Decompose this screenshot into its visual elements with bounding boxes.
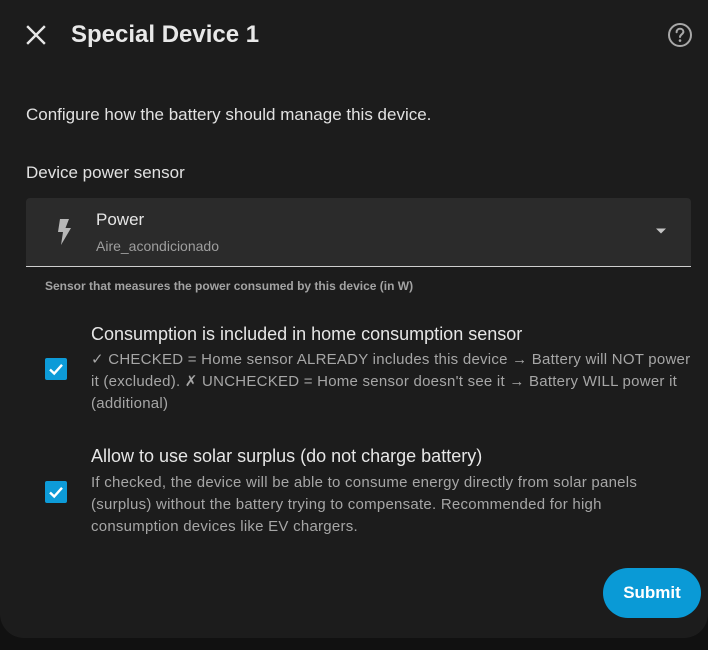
solar-surplus-checkbox[interactable] [45, 481, 67, 503]
dialog: Special Device 1 Configure how the batte… [0, 0, 708, 638]
solar-surplus-title: Allow to use solar surplus (do not charg… [91, 446, 483, 466]
close-button[interactable] [20, 19, 52, 51]
dialog-title: Special Device 1 [71, 21, 260, 48]
solar-surplus-description: If checked, the device will be able to c… [91, 474, 638, 535]
consumption-included-description: ✓ CHECKED = Home sensor ALREADY includes… [91, 351, 691, 412]
chevron-down-icon[interactable] [655, 227, 667, 235]
submit-button[interactable]: Submit [603, 568, 701, 618]
dialog-description: Configure how the battery should manage … [26, 105, 432, 124]
help-button[interactable] [666, 21, 694, 49]
sensor-select-entity: Aire_acondicionado [96, 238, 219, 254]
consumption-included-checkbox[interactable] [45, 358, 67, 380]
sensor-helper-text: Sensor that measures the power consumed … [45, 279, 414, 293]
sensor-select[interactable]: Power Aire_acondicionado [26, 198, 691, 267]
lightning-bolt-icon [58, 219, 71, 245]
close-icon [26, 25, 46, 45]
help-circle-icon [668, 23, 692, 47]
consumption-included-title: Consumption is included in home consumpt… [91, 324, 523, 344]
check-icon [49, 363, 63, 376]
check-icon [49, 486, 63, 499]
sensor-select-name: Power [96, 210, 145, 229]
sensor-field-label: Device power sensor [26, 163, 185, 182]
